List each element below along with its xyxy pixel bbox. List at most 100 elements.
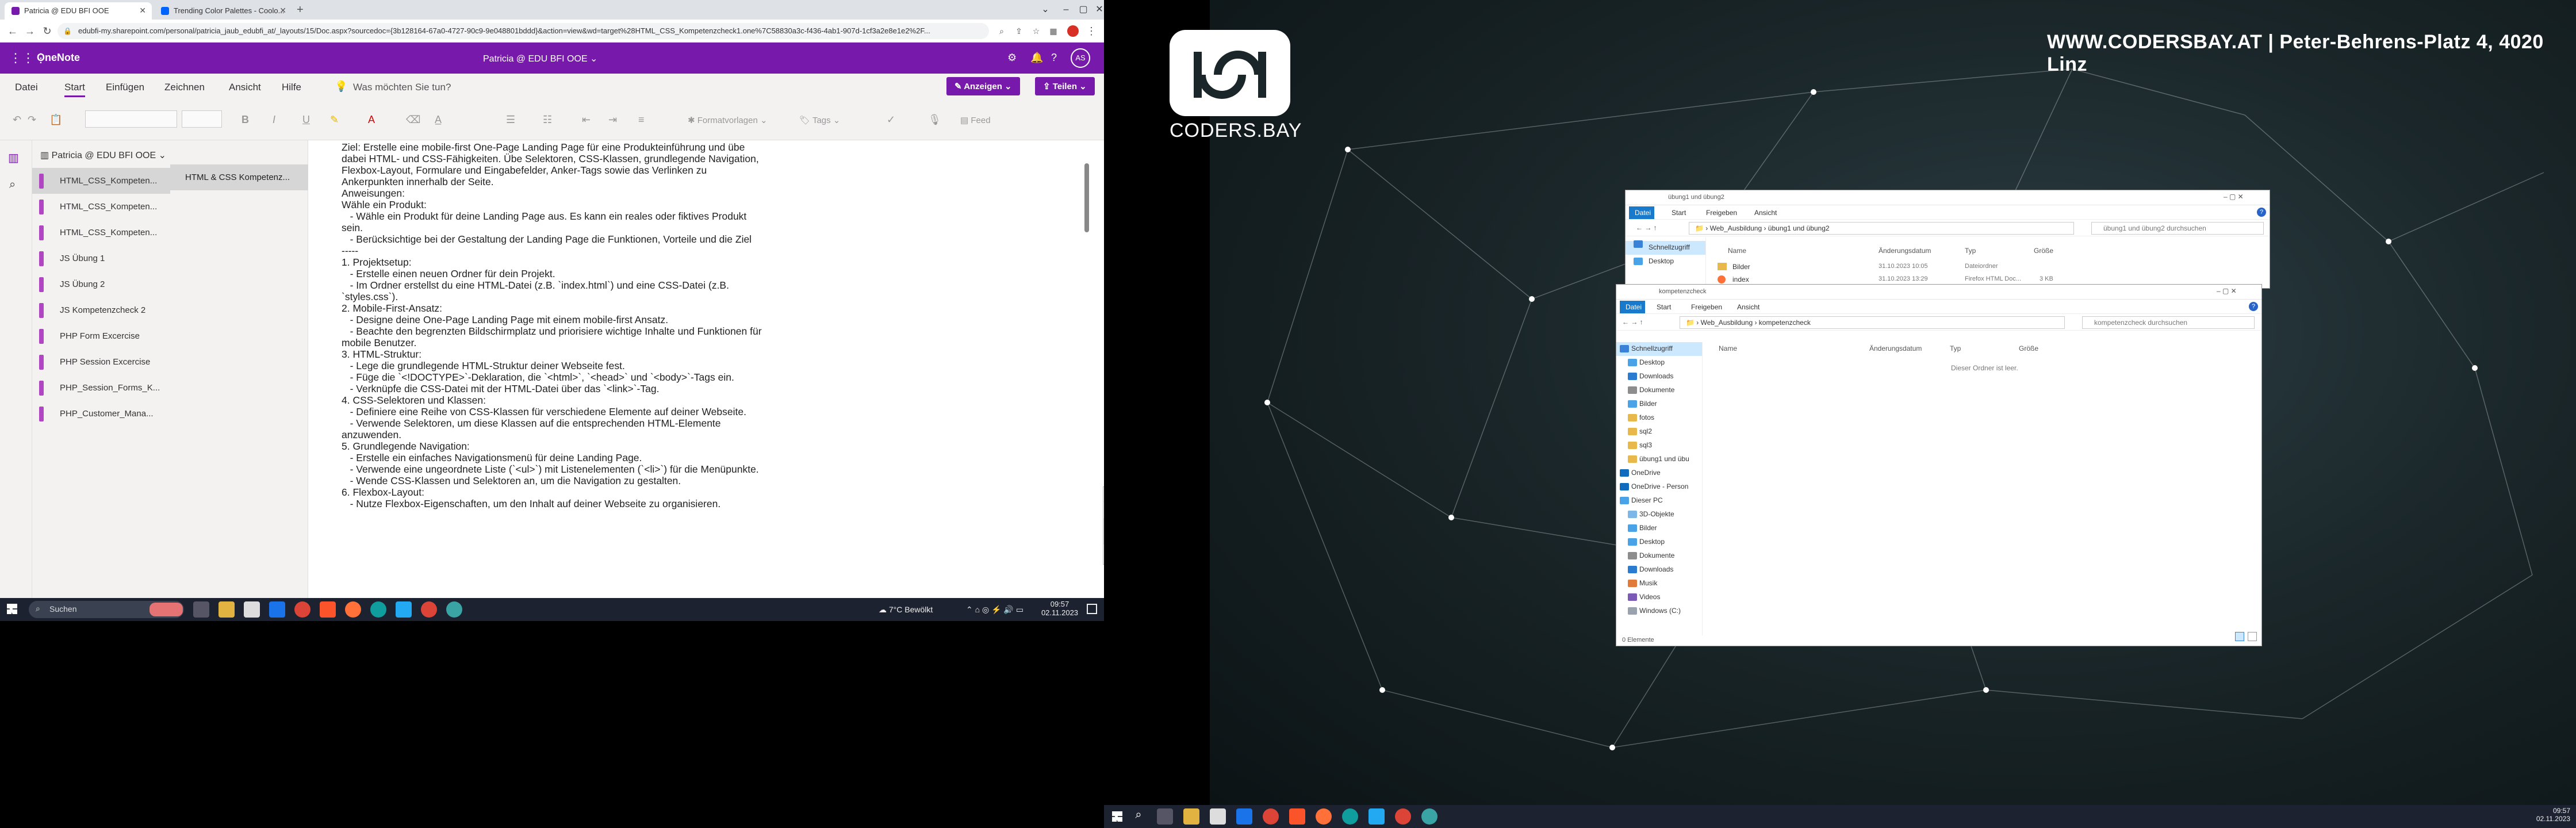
file-explorer-icon[interactable] <box>218 601 235 618</box>
tab-einfuegen[interactable]: Einfügen <box>106 82 144 93</box>
tab-datei[interactable]: Datei <box>15 82 38 93</box>
section-item[interactable]: HTML_CSS_Kompeten... <box>32 168 170 194</box>
document-title[interactable]: Patricia @ EDU BFI OOE ⌄ <box>483 53 597 64</box>
nav-item[interactable]: Bilder <box>1616 522 1702 535</box>
brave-icon[interactable] <box>1289 808 1305 825</box>
bullets-icon[interactable]: ☰ <box>506 114 515 126</box>
col-size[interactable]: Größe <box>2034 247 2053 255</box>
tab-hilfe[interactable]: Hilfe <box>282 82 301 93</box>
nav-item[interactable]: Windows (C:) <box>1616 604 1702 618</box>
windows-start-icon[interactable] <box>1112 811 1122 822</box>
nav-item[interactable]: Schnellzugriff <box>1616 342 1702 356</box>
file-explorer-icon[interactable] <box>1183 808 1199 825</box>
forward-icon[interactable]: → <box>23 24 37 38</box>
tab-zeichnen[interactable]: Zeichnen <box>164 82 205 93</box>
nav-item[interactable]: 3D-Objekte <box>1616 508 1702 522</box>
chrome-icon[interactable] <box>294 601 310 618</box>
search-icon[interactable]: ⌕ <box>9 178 16 191</box>
clipboard-icon[interactable]: 📋 <box>49 114 62 126</box>
ribbon-ansicht[interactable]: Ansicht <box>1754 209 1777 217</box>
nav-item[interactable]: OneDrive <box>1616 466 1702 480</box>
explorer-address[interactable]: 📁 › Web_Ausbildung › kompetenzcheck <box>1680 316 2065 329</box>
store-icon[interactable] <box>1210 808 1226 825</box>
underline-icon[interactable]: U <box>302 114 310 126</box>
chevron-down-icon[interactable]: ⌄ <box>1035 2 1056 17</box>
nav-item[interactable]: OneDrive - Person <box>1616 480 1702 494</box>
ribbon-datei[interactable]: Datei <box>1620 301 1645 313</box>
col-size[interactable]: Größe <box>2019 344 2038 352</box>
tab-ansicht[interactable]: Ansicht <box>229 82 261 93</box>
app-icon[interactable] <box>1421 808 1438 825</box>
col-date[interactable]: Änderungsdatum <box>1869 344 1922 352</box>
styles-icon[interactable]: A̲ <box>435 114 442 126</box>
indent-icon[interactable]: ⇥ <box>608 114 617 126</box>
font-color-icon[interactable]: A <box>368 114 375 126</box>
col-date[interactable]: Änderungsdatum <box>1879 247 1931 255</box>
nav-item[interactable]: Videos <box>1616 591 1702 604</box>
col-name[interactable]: Name <box>1719 344 1737 352</box>
edge-icon[interactable] <box>370 601 386 618</box>
explorer-address[interactable]: 📁 › Web_Ausbildung › übung1 und übung2 <box>1689 222 2074 235</box>
star-icon[interactable]: ☆ <box>1029 24 1043 38</box>
explorer-window-back[interactable]: übung1 und übung2 Datei Start Freigeben … <box>1625 190 2270 289</box>
nav-item[interactable]: sql2 <box>1616 425 1702 439</box>
brave-icon[interactable] <box>320 601 336 618</box>
nav-item[interactable]: Dokumente <box>1616 384 1702 397</box>
search-icon[interactable]: ⌕ <box>995 24 1009 38</box>
section-item[interactable]: PHP Form Excercise <box>32 323 170 349</box>
file-row[interactable]: Bilder 31.10.2023 10:05 Dateiordner <box>1718 262 2178 273</box>
clock[interactable]: 09:57 02.11.2023 <box>2530 807 2570 823</box>
tab-start[interactable]: Start <box>64 82 85 97</box>
formatvorlagen-dropdown[interactable]: ✱ Formatvorlagen ⌄ <box>688 115 768 125</box>
nav-arrows-icon[interactable]: ← → ↑ <box>1622 318 1643 326</box>
tiles-view-icon[interactable] <box>2248 632 2257 641</box>
close-icon[interactable]: ✕ <box>139 6 146 16</box>
tray-icons[interactable]: ⌃ ⌂ ◎ ⚡ 🔊 ▭ <box>966 605 1023 615</box>
nav-item[interactable]: Desktop <box>1616 356 1702 370</box>
col-type[interactable]: Typ <box>1965 247 1976 255</box>
close-icon[interactable]: ✕ <box>279 6 286 16</box>
floating-window-titlebar[interactable]: – ▢ ✕ <box>1103 487 1104 502</box>
nav-item[interactable]: fotos <box>1616 411 1702 425</box>
search-icon[interactable]: ⌕ <box>1130 808 1147 825</box>
explorer-search[interactable]: kompetenzcheck durchsuchen <box>2082 316 2255 329</box>
section-item[interactable]: HTML_CSS_Kompeten... <box>32 220 170 246</box>
ribbon-start[interactable]: Start <box>1657 303 1671 311</box>
nav-item[interactable]: Dokumente <box>1616 549 1702 563</box>
section-item[interactable]: HTML_CSS_Kompeten... <box>32 194 170 220</box>
extensions-icon[interactable]: ▦ <box>1046 24 1060 38</box>
scrollbar-thumb[interactable] <box>1084 163 1089 232</box>
notification-icon[interactable] <box>1087 604 1097 614</box>
explorer-titlebar[interactable]: kompetenzcheck <box>1616 285 2261 300</box>
font-family-select[interactable] <box>85 110 177 128</box>
close-icon[interactable]: ✕ <box>1089 2 1104 17</box>
share-icon[interactable]: ⇪ <box>1012 24 1026 38</box>
page-item-selected[interactable]: HTML & CSS Kompetenz... <box>170 164 308 190</box>
section-item[interactable]: JS Kompetenzcheck 2 <box>32 297 170 323</box>
align-icon[interactable]: ≡ <box>638 114 645 126</box>
mail-icon[interactable] <box>269 601 285 618</box>
weather-widget[interactable]: ☁ 7°C Bewölkt <box>879 605 933 615</box>
bell-icon[interactable]: 🔔 <box>1030 52 1043 64</box>
clock[interactable]: 09:57 02.11.2023 <box>1040 600 1080 617</box>
nav-item[interactable]: Dieser PC <box>1616 494 1702 508</box>
nav-item[interactable]: Desktop <box>1626 255 1705 269</box>
url-field[interactable]: edubfi-my.sharepoint.com/personal/patric… <box>57 23 989 39</box>
nav-item[interactable]: Musik <box>1616 577 1702 591</box>
section-item[interactable]: JS Übung 2 <box>32 271 170 297</box>
notebooks-icon[interactable]: ▥ <box>8 151 19 165</box>
anzeigen-button[interactable]: ✎ Anzeigen ⌄ <box>946 77 1020 95</box>
section-item[interactable]: JS Übung 1 <box>32 246 170 271</box>
mail-icon[interactable] <box>1236 808 1252 825</box>
reload-icon[interactable]: ↻ <box>40 24 54 38</box>
col-type[interactable]: Typ <box>1950 344 1961 352</box>
window-controls[interactable]: – ▢ ✕ <box>2224 193 2244 201</box>
help-icon[interactable]: ? <box>2249 302 2258 311</box>
task-view-icon[interactable] <box>1157 808 1173 825</box>
feed-button[interactable]: ▤ Feed <box>960 115 991 125</box>
col-name[interactable]: Name <box>1728 247 1746 255</box>
page-content[interactable]: Ziel: Erstelle eine mobile-first One-Pag… <box>308 140 1092 600</box>
nav-item[interactable]: Desktop <box>1616 535 1702 549</box>
chrome-icon[interactable] <box>1263 808 1279 825</box>
teilen-button[interactable]: ⇪ Teilen ⌄ <box>1035 77 1095 95</box>
